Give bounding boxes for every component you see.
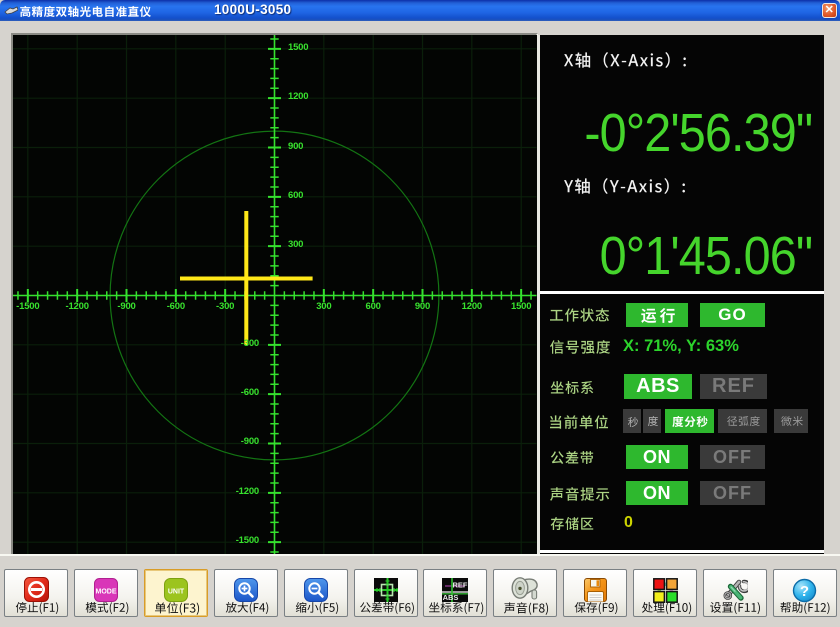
svg-text:MODE: MODE <box>96 589 117 596</box>
svg-text:REF: REF <box>453 581 468 590</box>
svg-text:?: ? <box>800 583 809 600</box>
svg-text:UNIT: UNIT <box>168 589 185 596</box>
